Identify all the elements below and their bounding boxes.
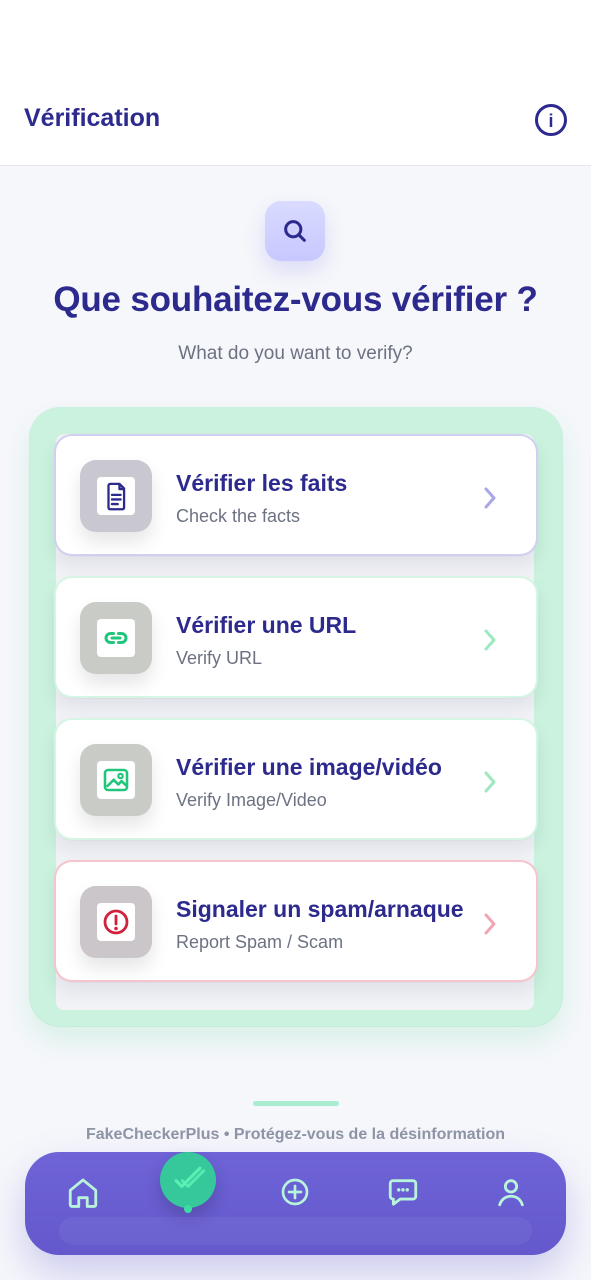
chevron-right-icon	[480, 484, 500, 512]
info-button[interactable]: i	[535, 104, 567, 136]
option-icon-container	[80, 460, 152, 532]
alert-icon	[97, 903, 135, 941]
option-subtitle: Verify Image/Video	[176, 790, 327, 810]
option-icon-container	[80, 744, 152, 816]
nav-messages[interactable]	[375, 1164, 431, 1220]
link-icon	[97, 619, 135, 657]
hero-subtitle: What do you want to verify?	[178, 343, 413, 364]
document-icon	[97, 477, 135, 515]
search-icon	[284, 220, 306, 242]
chevron-right-icon	[480, 768, 500, 796]
hero-title: Que souhaitez-vous vérifier ?	[53, 280, 538, 319]
top-app-bar: Vérification i	[0, 0, 591, 166]
option-card-report-spam[interactable]: Signaler un spam/arnaque Report Spam / S…	[54, 860, 538, 982]
user-icon	[498, 1179, 524, 1207]
option-title: Vérifier les faits	[176, 470, 348, 496]
option-card-verify-url[interactable]: Vérifier une URL Verify URL	[54, 576, 538, 698]
image-icon	[97, 761, 135, 799]
page-title: Vérification	[24, 104, 161, 132]
option-subtitle: Check the facts	[176, 506, 301, 526]
option-card-check-facts[interactable]: Vérifier les faits Check the facts	[54, 434, 538, 556]
option-title: Vérifier une URL	[176, 612, 357, 638]
bottom-navigation	[25, 1152, 566, 1255]
nav-verify[interactable]	[160, 1152, 216, 1208]
nav-profile[interactable]	[483, 1164, 539, 1220]
footer-divider	[253, 1101, 339, 1106]
option-title: Vérifier une image/vidéo	[176, 754, 442, 780]
search-badge	[265, 201, 325, 261]
nav-active-indicator	[184, 1205, 192, 1213]
info-icon: i	[548, 111, 554, 131]
footer-tagline: FakeCheckerPlus • Protégez-vous de la dé…	[85, 1126, 506, 1143]
home-icon	[68, 1178, 98, 1208]
option-title: Signaler un spam/arnaque	[176, 896, 464, 922]
nav-add[interactable]	[267, 1164, 323, 1220]
plus-circle-icon	[281, 1178, 309, 1206]
chat-icon	[388, 1179, 418, 1206]
nav-home[interactable]	[55, 1164, 111, 1220]
option-subtitle: Verify URL	[176, 648, 263, 668]
double-check-icon	[174, 1166, 205, 1188]
option-icon-container	[80, 886, 152, 958]
option-subtitle: Report Spam / Scam	[176, 932, 344, 952]
option-icon-container	[80, 602, 152, 674]
chevron-right-icon	[480, 910, 500, 938]
chevron-right-icon	[480, 626, 500, 654]
option-card-verify-image-video[interactable]: Vérifier une image/vidéo Verify Image/Vi…	[54, 718, 538, 840]
